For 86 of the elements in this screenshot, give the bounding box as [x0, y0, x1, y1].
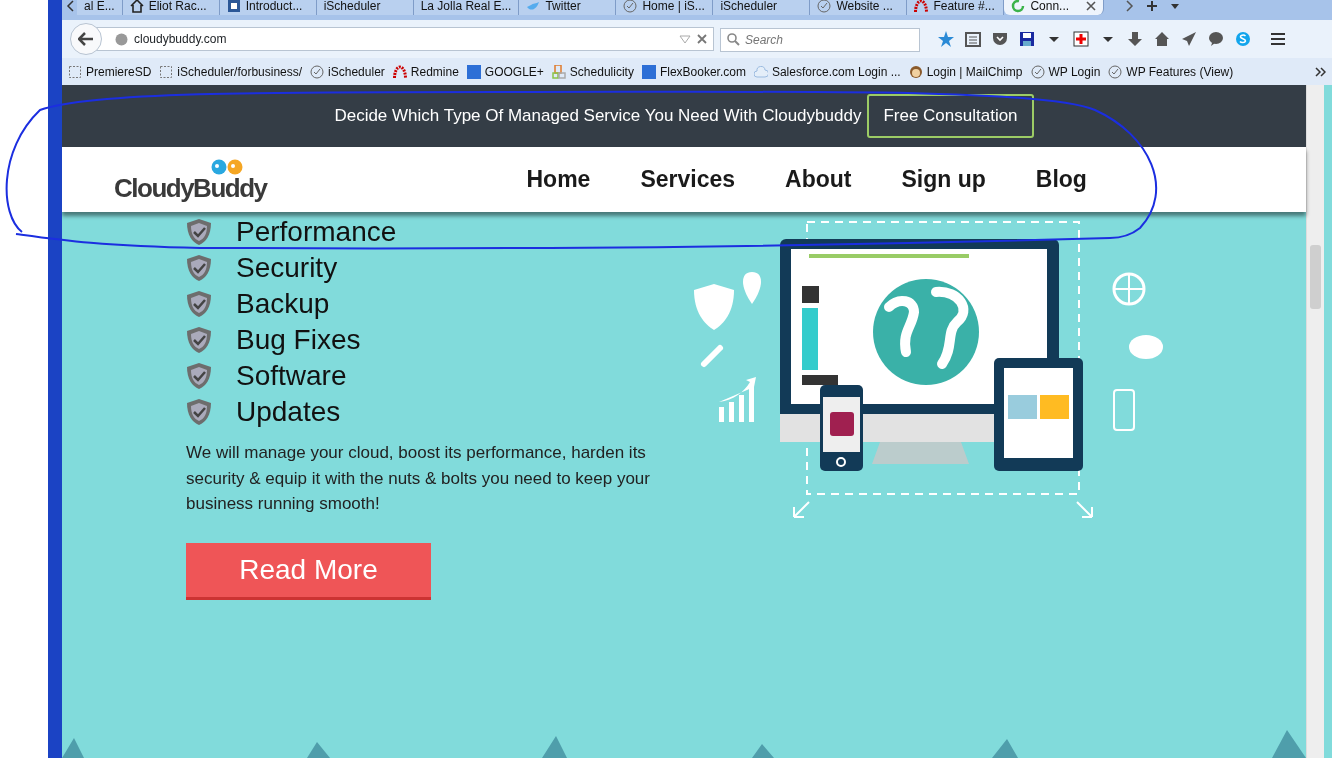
browser-tab[interactable]: Home | iS... — [616, 0, 714, 15]
feature-item: Security — [236, 251, 338, 285]
save-icon[interactable] — [1019, 31, 1035, 47]
browser-tab[interactable]: al E... — [77, 0, 123, 15]
feature-item: Bug Fixes — [236, 323, 361, 357]
first-aid-icon[interactable] — [1073, 31, 1089, 47]
clock-icon — [623, 0, 638, 13]
nav-link[interactable]: Services — [640, 162, 736, 197]
bookmark-star-icon[interactable] — [938, 31, 954, 47]
browser-tab[interactable]: iScheduler — [713, 0, 811, 15]
clock-icon — [1108, 64, 1123, 79]
shield-check-icon — [186, 398, 212, 426]
bookmark-link[interactable]: WP Features (View) — [1108, 62, 1234, 81]
feature-item: Software — [236, 359, 347, 393]
nav-link[interactable]: Blog — [1035, 162, 1087, 197]
scroll-right-icon[interactable] — [1126, 0, 1135, 12]
nav-link[interactable]: About — [785, 162, 852, 197]
more-bookmarks-icon[interactable] — [1315, 66, 1326, 77]
address-bar[interactable]: cloudybuddy.com — [94, 27, 714, 51]
new-tab-icon[interactable] — [1146, 0, 1159, 12]
back-arrow-icon[interactable] — [78, 32, 94, 46]
bookmark-link[interactable]: iScheduler — [310, 62, 385, 81]
description-text: We will manage your cloud, boost its performance, harden its security & equip it with the nuts & bolts you need to keep your business running smooth! — [186, 442, 651, 515]
bookmark-link[interactable]: FlexBooker.com — [641, 62, 746, 81]
consultation-button[interactable]: Free Consultation — [867, 94, 1034, 138]
clock-icon — [310, 64, 325, 79]
search-icon — [727, 33, 740, 46]
scroll-left-icon[interactable] — [66, 0, 74, 12]
bookmark-link[interactable]: Redmine — [392, 62, 459, 81]
dropdown-icon[interactable] — [1170, 3, 1181, 9]
document-icon — [226, 0, 241, 13]
skype-icon[interactable] — [1235, 31, 1251, 47]
chat-icon[interactable] — [1208, 31, 1224, 47]
nav-link[interactable]: Sign up — [901, 162, 986, 197]
browser-tab[interactable]: Twitter — [519, 0, 617, 15]
page-icon — [68, 64, 82, 79]
feature-item: Performance — [236, 215, 397, 249]
globe-icon — [115, 32, 128, 46]
back-button[interactable] — [70, 23, 102, 55]
face-icon — [908, 64, 923, 79]
shield-check-icon — [186, 218, 212, 246]
bookmark-link[interactable]: iScheduler/forbusiness/ — [159, 62, 303, 81]
shield-check-icon — [186, 254, 212, 282]
square-icon — [466, 64, 481, 79]
clock-icon — [1030, 64, 1045, 79]
blocks-icon — [551, 64, 566, 79]
close-icon[interactable] — [697, 34, 707, 44]
bookmark-link[interactable]: WP Login — [1030, 62, 1101, 81]
reading-list-icon[interactable] — [965, 31, 981, 47]
browser-tab[interactable]: La Jolla Real E... — [413, 0, 520, 15]
search-field[interactable]: Search — [720, 28, 920, 52]
nav-link[interactable]: Home — [526, 162, 591, 197]
send-icon[interactable] — [1181, 31, 1197, 47]
feature-item: Updates — [236, 395, 341, 429]
shield-check-icon — [186, 290, 212, 318]
bookmark-link[interactable]: Schedulicity — [551, 62, 634, 81]
banner-text: Decide Which Type Of Managed Service You Need With Cloudybuddy — [334, 105, 862, 128]
arc-icon — [914, 0, 929, 13]
menu-icon[interactable] — [1270, 31, 1286, 47]
home-icon[interactable] — [1154, 31, 1170, 47]
browser-tab[interactable]: Website ... — [810, 0, 908, 15]
bird-icon — [526, 0, 541, 13]
logo: CloudyBuddy — [114, 174, 267, 201]
scrollbar[interactable] — [1306, 85, 1324, 758]
feature-item: Backup — [236, 287, 330, 321]
bookmark-link[interactable]: Salesforce.com Login ... — [753, 62, 901, 81]
shield-check-icon — [186, 326, 212, 354]
page-icon — [159, 64, 174, 79]
bookmark-link[interactable]: Login | MailChimp — [908, 62, 1023, 81]
shield-check-icon — [186, 362, 212, 390]
clock-icon — [817, 0, 832, 13]
browser-tab[interactable]: Feature #... — [907, 0, 1005, 15]
browser-tab[interactable]: Introduct... — [219, 0, 317, 15]
home-icon — [129, 0, 144, 13]
bookmark-link[interactable]: GOOGLE+ — [466, 62, 544, 81]
download-icon[interactable] — [1127, 31, 1143, 47]
cloud-icon — [753, 64, 768, 79]
browser-tab[interactable]: iScheduler — [316, 0, 414, 15]
close-icon[interactable] — [1086, 1, 1097, 11]
arc-icon — [392, 64, 407, 79]
browser-tab[interactable]: Conn... — [1004, 0, 1105, 15]
bookmark-link[interactable]: PremiereSD — [68, 62, 152, 81]
square-icon — [641, 64, 656, 79]
spinner-icon — [1011, 0, 1026, 13]
browser-tab[interactable]: Eliot Rac... — [122, 0, 220, 15]
pocket-icon[interactable] — [992, 31, 1008, 47]
